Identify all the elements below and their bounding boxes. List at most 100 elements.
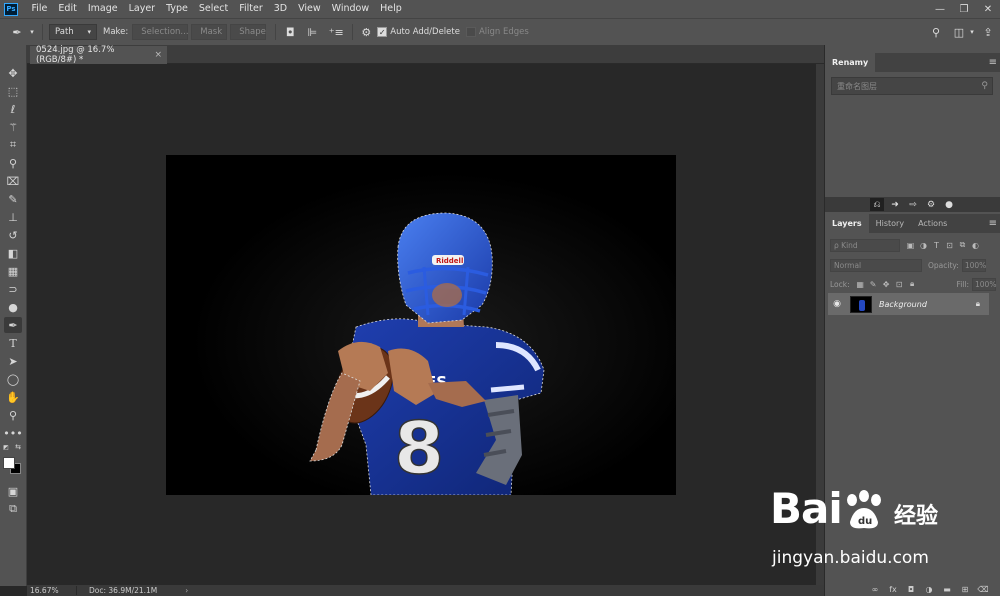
tab-actions[interactable]: Actions xyxy=(911,214,954,233)
quick-mask-icon[interactable]: ▣ xyxy=(4,483,22,499)
more-tools-icon[interactable]: ••• xyxy=(3,425,22,441)
panel-menu-icon[interactable]: ≡ xyxy=(989,214,997,233)
menu-select[interactable]: Select xyxy=(193,0,233,18)
close-tab-button[interactable]: × xyxy=(154,50,162,60)
make-selection-button[interactable]: Selection... xyxy=(132,24,189,40)
ellipse-tool-icon[interactable]: ◯ xyxy=(4,371,22,387)
chevron-down-icon[interactable]: ▾ xyxy=(28,28,36,36)
search-icon[interactable]: ⚲ xyxy=(928,26,944,39)
eraser-tool-icon[interactable]: ◧ xyxy=(4,245,22,261)
menu-layer[interactable]: Layer xyxy=(123,0,161,18)
settings-icon[interactable]: ⚙ xyxy=(924,198,938,211)
lock-all-icon[interactable]: 🔒︎ xyxy=(906,279,919,289)
menu-type[interactable]: Type xyxy=(161,0,194,18)
filter-smart-object-icon[interactable]: ⧉ xyxy=(956,240,969,250)
new-adjustment-icon[interactable]: ◑ xyxy=(923,585,935,594)
arrow-right-icon[interactable]: ➜ xyxy=(888,198,902,211)
healing-brush-tool-icon[interactable]: ⌧ xyxy=(4,173,22,189)
menu-image[interactable]: Image xyxy=(82,0,123,18)
kind-filter-select[interactable]: ρ Kind xyxy=(830,238,900,252)
workspace-icon[interactable]: ◫ xyxy=(950,26,968,39)
menu-3d[interactable]: 3D xyxy=(268,0,292,18)
filter-adjustment-icon[interactable]: ◑ xyxy=(917,241,930,250)
minimize-button[interactable]: — xyxy=(928,0,952,18)
filter-type-icon[interactable]: T xyxy=(930,241,943,250)
document-image[interactable]: 8 SKIES Riddell xyxy=(166,155,676,495)
tab-layers[interactable]: Layers xyxy=(825,214,869,233)
blur-tool-icon[interactable]: ⊃ xyxy=(4,281,22,297)
canvas-area[interactable]: 8 SKIES Riddell xyxy=(27,64,816,585)
swap-colors-icon[interactable]: ⇆ xyxy=(14,443,22,451)
new-layer-icon[interactable]: ⊞ xyxy=(959,585,971,594)
menu-view[interactable]: View xyxy=(293,0,327,18)
filter-toggle-icon[interactable]: ◐ xyxy=(969,241,982,250)
forward-icon[interactable]: ⇨ xyxy=(906,198,920,211)
close-button[interactable]: ✕ xyxy=(976,0,1000,18)
brush-tool-icon[interactable]: ✎ xyxy=(4,191,22,207)
eyedropper-tool-icon[interactable]: ⚲ xyxy=(4,155,22,171)
layer-lock-icon[interactable]: 🔒︎ xyxy=(976,299,980,309)
path-arrangement-icon[interactable]: ⁺≡ xyxy=(326,26,346,39)
default-colors-icon[interactable]: ◩ xyxy=(2,443,10,451)
blend-mode-select[interactable]: Normal xyxy=(830,258,922,272)
visibility-eye-icon[interactable]: ◉ xyxy=(828,299,846,309)
foreground-color-swatch[interactable] xyxy=(3,457,15,469)
opacity-field[interactable]: 100% xyxy=(961,258,986,272)
filter-shape-icon[interactable]: ⊡ xyxy=(943,241,956,250)
marquee-tool-icon[interactable]: ⬚ xyxy=(4,83,22,99)
lasso-tool-icon[interactable]: ℓ xyxy=(4,101,22,117)
type-tool-icon[interactable]: T xyxy=(4,335,22,351)
lock-image-icon[interactable]: ✎ xyxy=(867,280,880,289)
zoom-level[interactable]: 16.67% xyxy=(27,586,77,595)
new-group-icon[interactable]: ▬ xyxy=(941,585,953,594)
search-icon[interactable]: ⚲ xyxy=(981,81,988,91)
dodge-tool-icon[interactable]: ● xyxy=(4,299,22,315)
add-mask-icon[interactable]: ◘ xyxy=(905,585,917,594)
restore-button[interactable]: ❐ xyxy=(952,0,976,18)
clone-stamp-tool-icon[interactable]: ⊥ xyxy=(4,209,22,225)
auto-add-delete-checkbox[interactable]: ✓ xyxy=(377,27,388,37)
zoom-tool-icon[interactable]: ⚲ xyxy=(4,407,22,423)
path-selection-tool-icon[interactable]: ➤ xyxy=(4,353,22,369)
hand-tool-icon[interactable]: ✋ xyxy=(4,389,22,405)
lock-transparent-icon[interactable]: ▦ xyxy=(854,280,867,289)
menu-filter[interactable]: Filter xyxy=(234,0,269,18)
make-shape-button[interactable]: Shape xyxy=(230,24,267,40)
lock-artboard-icon[interactable]: ⊡ xyxy=(893,280,906,289)
path-alignment-icon[interactable]: ⊫ xyxy=(302,26,322,39)
menu-file[interactable]: File xyxy=(26,0,53,18)
panel-menu-icon[interactable]: ≡ xyxy=(989,53,997,72)
history-brush-tool-icon[interactable]: ↺ xyxy=(4,227,22,243)
info-icon[interactable]: ● xyxy=(942,198,956,211)
gear-icon[interactable]: ⚙ xyxy=(359,26,373,39)
layer-style-icon[interactable]: fx xyxy=(887,585,899,594)
properties-icon[interactable]: ⎌ xyxy=(870,198,884,211)
screen-mode-icon[interactable]: ⧉ xyxy=(4,501,22,517)
make-mask-button[interactable]: Mask xyxy=(191,24,228,40)
pen-tool-icon[interactable]: ✒ xyxy=(4,317,22,333)
status-menu-arrow-icon[interactable]: › xyxy=(185,586,188,595)
tool-mode-select[interactable]: Path ▾ xyxy=(49,24,97,40)
align-edges-checkbox[interactable] xyxy=(465,27,476,37)
filter-pixel-icon[interactable]: ▣ xyxy=(904,241,917,250)
path-operations-icon[interactable]: ◘ xyxy=(282,26,298,39)
lock-position-icon[interactable]: ✥ xyxy=(880,280,893,289)
menu-window[interactable]: Window xyxy=(326,0,374,18)
share-icon[interactable]: ⇪ xyxy=(980,26,996,39)
menu-help[interactable]: Help xyxy=(375,0,408,18)
renamy-search-input[interactable]: 重命名图层 ⚲ xyxy=(831,77,993,95)
crop-tool-icon[interactable]: ⌗ xyxy=(4,137,22,153)
tab-renamy[interactable]: Renamy xyxy=(825,53,876,72)
magic-wand-tool-icon[interactable]: ⚚ xyxy=(4,119,22,135)
menu-edit[interactable]: Edit xyxy=(53,0,82,18)
delete-layer-icon[interactable]: ⌫ xyxy=(977,585,989,594)
chevron-down-icon[interactable]: ▾ xyxy=(968,28,976,36)
move-tool-icon[interactable]: ✥ xyxy=(4,65,22,81)
fill-field[interactable]: 100% xyxy=(972,277,996,291)
link-layers-icon[interactable]: ∞ xyxy=(869,585,881,594)
layer-row-background[interactable]: ◉ Background 🔒︎ xyxy=(828,293,989,315)
document-tab[interactable]: 0524.jpg @ 16.7% (RGB/8#) * × xyxy=(30,45,167,65)
tab-history[interactable]: History xyxy=(869,214,911,233)
pen-tool-preset-icon[interactable]: ✒ xyxy=(6,26,28,39)
layer-name[interactable]: Background xyxy=(879,300,927,309)
